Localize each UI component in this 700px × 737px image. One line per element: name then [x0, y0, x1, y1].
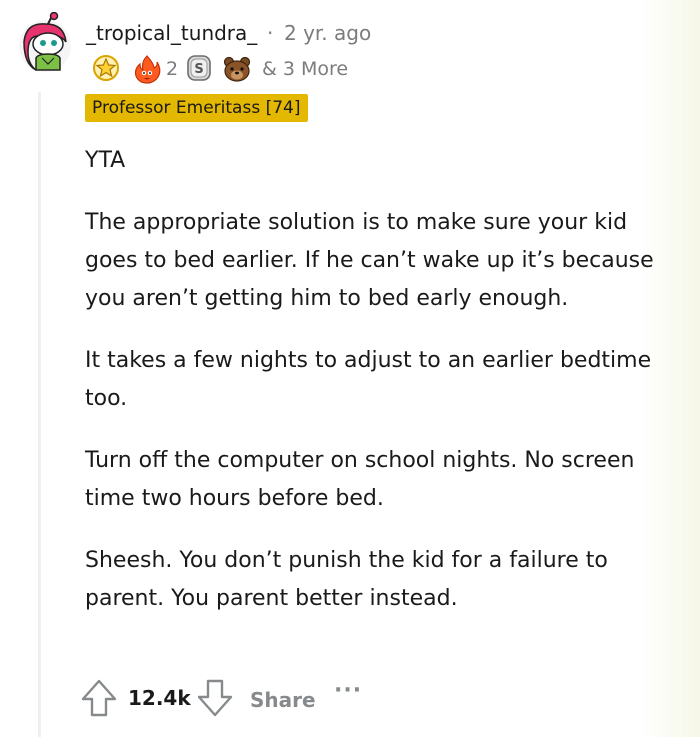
comment-body: YTA The appropriate solution is to make …: [85, 142, 665, 642]
bear-icon: [222, 54, 252, 88]
separator-dot: ·: [267, 21, 274, 45]
timestamp[interactable]: 2 yr. ago: [284, 21, 371, 45]
star-badge-icon: [92, 54, 120, 86]
award-count: 2: [166, 58, 179, 80]
user-flair: Professor Emeritass [74]: [85, 94, 308, 122]
comment-actions: 12.4k Share ···: [80, 678, 400, 720]
upvote-button[interactable]: [80, 678, 118, 718]
comment-paragraph: YTA: [85, 148, 126, 173]
more-options-button[interactable]: ···: [334, 678, 362, 703]
upvote-arrow-icon: [81, 679, 117, 717]
comment-paragraph: Sheesh. You don’t punish the kid for a f…: [85, 548, 608, 611]
svg-text:S: S: [194, 62, 203, 77]
author-username[interactable]: _tropical_tundra_: [86, 21, 257, 45]
snoo-avatar-icon: [19, 11, 71, 72]
silver-coin-icon: S: [186, 54, 212, 86]
share-button[interactable]: Share: [250, 688, 316, 712]
fire-flame-icon: [132, 54, 162, 88]
comment-paragraph: The appropriate solution is to make sure…: [85, 210, 654, 311]
more-awards-link[interactable]: & 3 More: [262, 58, 348, 80]
vote-score: 12.4k: [128, 686, 191, 710]
comment-paragraph: It takes a few nights to adjust to an ea…: [85, 348, 652, 411]
downvote-button[interactable]: [196, 678, 234, 718]
thread-line[interactable]: [38, 92, 41, 737]
comment-paragraph: Turn off the computer on school nights. …: [85, 448, 635, 511]
downvote-arrow-icon: [197, 679, 233, 717]
avatar[interactable]: [14, 11, 76, 76]
